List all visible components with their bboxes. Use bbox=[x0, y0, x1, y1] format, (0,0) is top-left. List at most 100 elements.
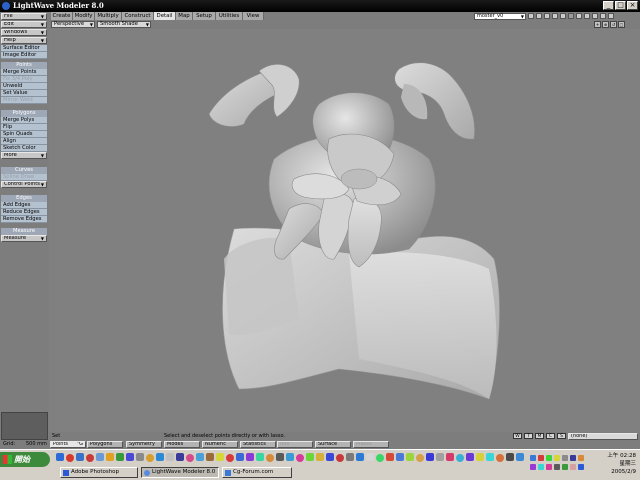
sketch-color-button[interactable]: Sketch Color bbox=[1, 145, 47, 152]
edit-menu[interactable]: Edit ▼ bbox=[1, 21, 47, 28]
tray-icon[interactable] bbox=[530, 464, 536, 470]
app-quicklaunch-icon[interactable] bbox=[346, 453, 354, 461]
spin-quads-button[interactable]: Spin Quads bbox=[1, 131, 47, 138]
tab-create[interactable]: Create bbox=[51, 12, 73, 20]
render-mode-select[interactable]: Smooth Shade ▼ bbox=[97, 21, 151, 28]
app-quicklaunch-icon[interactable] bbox=[186, 454, 194, 462]
app-quicklaunch-icon[interactable] bbox=[226, 454, 234, 462]
app-quicklaunch-icon[interactable] bbox=[86, 454, 94, 462]
start-button[interactable]: 開始 bbox=[0, 452, 50, 467]
fix-poly-button[interactable]: Fix 3/4 Poly bbox=[1, 76, 47, 83]
tray-icon[interactable] bbox=[554, 455, 560, 461]
remove-edges-button[interactable]: Remove Edges bbox=[1, 216, 47, 223]
move-view-icon[interactable]: + bbox=[594, 21, 601, 28]
view-mode-select[interactable]: Perspective ▼ bbox=[51, 21, 95, 28]
app-quicklaunch-icon[interactable] bbox=[406, 453, 414, 461]
layer-bank-square[interactable] bbox=[592, 13, 598, 19]
app-quicklaunch-icon[interactable] bbox=[216, 453, 224, 461]
app-quicklaunch-icon[interactable] bbox=[146, 454, 154, 462]
app-quicklaunch-icon[interactable] bbox=[256, 453, 264, 461]
app-quicklaunch-icon[interactable] bbox=[316, 453, 324, 461]
app-quicklaunch-icon[interactable] bbox=[326, 453, 334, 461]
unweld-button[interactable]: Unweld bbox=[1, 83, 47, 90]
surface-editor-button[interactable]: Surface Editor bbox=[1, 45, 47, 52]
image-editor-button[interactable]: Image Editor bbox=[1, 52, 47, 59]
tray-icon[interactable] bbox=[578, 464, 584, 470]
symmetry-button[interactable]: Symmetry bbox=[126, 441, 162, 448]
app-quicklaunch-icon[interactable] bbox=[246, 453, 254, 461]
app-quicklaunch-icon[interactable] bbox=[176, 453, 184, 461]
numeric-button[interactable]: Numeric bbox=[202, 441, 238, 448]
spline-draw-button[interactable]: Spline Draw bbox=[1, 174, 47, 181]
tray-icon[interactable] bbox=[570, 455, 576, 461]
app-quicklaunch-icon[interactable] bbox=[236, 453, 244, 461]
app-quicklaunch-icon[interactable] bbox=[376, 454, 384, 462]
app-quicklaunch-icon[interactable] bbox=[96, 453, 104, 461]
layer-bank-square[interactable] bbox=[560, 13, 566, 19]
app-quicklaunch-icon[interactable] bbox=[116, 453, 124, 461]
app-quicklaunch-icon[interactable] bbox=[356, 453, 364, 461]
app-quicklaunch-icon[interactable] bbox=[336, 454, 344, 462]
app-quicklaunch-icon[interactable] bbox=[386, 453, 394, 461]
layer-bank-square[interactable] bbox=[552, 13, 558, 19]
tab-utilities[interactable]: Utilities bbox=[216, 12, 243, 20]
app-quicklaunch-icon[interactable] bbox=[496, 454, 504, 462]
app-quicklaunch-icon[interactable] bbox=[126, 453, 134, 461]
taskbar-photoshop[interactable]: Adobe Photoshop bbox=[60, 467, 138, 478]
points-mode-button[interactable]: Points "G bbox=[50, 441, 86, 448]
layer-bank-square[interactable] bbox=[568, 13, 574, 19]
statistics-button[interactable]: Statistics bbox=[240, 441, 276, 448]
layer-bank-square[interactable] bbox=[544, 13, 550, 19]
app-quicklaunch-icon[interactable] bbox=[76, 453, 84, 461]
perspective-viewport[interactable] bbox=[49, 29, 640, 432]
layer-bank-square[interactable] bbox=[600, 13, 606, 19]
app-quicklaunch-icon[interactable] bbox=[296, 454, 304, 462]
control-points-menu[interactable]: Control Points ▼ bbox=[1, 181, 47, 188]
align-button[interactable]: Align bbox=[1, 138, 47, 145]
zoom-view-icon[interactable]: ⊕ bbox=[602, 21, 609, 28]
tray-icon[interactable] bbox=[546, 455, 552, 461]
info-button[interactable]: Info bbox=[277, 441, 313, 448]
tray-icon[interactable] bbox=[578, 455, 584, 461]
maximize-button[interactable]: □ bbox=[615, 1, 626, 10]
app-quicklaunch-icon[interactable] bbox=[196, 453, 204, 461]
layer-bank-square[interactable] bbox=[608, 13, 614, 19]
app-quicklaunch-icon[interactable] bbox=[156, 453, 164, 461]
app-quicklaunch-icon[interactable] bbox=[466, 453, 474, 461]
w-toggle[interactable]: W bbox=[513, 433, 522, 439]
tray-icon[interactable] bbox=[538, 455, 544, 461]
taskbar-lightwave[interactable]: LightWave Modeler 8.0 bbox=[141, 467, 219, 478]
more-polygons-menu[interactable]: More ▼ bbox=[1, 152, 47, 159]
app-quicklaunch-icon[interactable] bbox=[276, 453, 284, 461]
modes-button[interactable]: Modes bbox=[164, 441, 200, 448]
merge-points-button[interactable]: Merge Points bbox=[1, 69, 47, 76]
desktop-quicklaunch-icon[interactable] bbox=[56, 453, 64, 461]
set-value-button[interactable]: Set Value bbox=[1, 90, 47, 97]
tray-icon[interactable] bbox=[530, 455, 536, 461]
tab-construct[interactable]: Construct bbox=[122, 12, 154, 20]
vmap-select[interactable]: (none) bbox=[568, 433, 638, 440]
merge-polys-button[interactable]: Merge Polys bbox=[1, 117, 47, 124]
c-toggle[interactable]: C bbox=[546, 433, 555, 439]
app-quicklaunch-icon[interactable] bbox=[456, 454, 464, 462]
app-quicklaunch-icon[interactable] bbox=[416, 454, 424, 462]
app-quicklaunch-icon[interactable] bbox=[366, 453, 374, 461]
app-quicklaunch-icon[interactable] bbox=[266, 454, 274, 462]
tray-icon[interactable] bbox=[546, 464, 552, 470]
tab-detail[interactable]: Detail bbox=[154, 12, 176, 20]
app-quicklaunch-icon[interactable] bbox=[476, 453, 484, 461]
surface-button[interactable]: Surface bbox=[315, 441, 351, 448]
app-quicklaunch-icon[interactable] bbox=[446, 453, 454, 461]
app-quicklaunch-icon[interactable] bbox=[286, 453, 294, 461]
app-quicklaunch-icon[interactable] bbox=[506, 453, 514, 461]
t-toggle[interactable]: T bbox=[524, 433, 533, 439]
app-quicklaunch-icon[interactable] bbox=[106, 453, 114, 461]
app-quicklaunch-icon[interactable] bbox=[396, 453, 404, 461]
close-button[interactable]: × bbox=[627, 1, 638, 10]
app-quicklaunch-icon[interactable] bbox=[136, 453, 144, 461]
taskbar-cg-forum[interactable]: Cg-Forum.com bbox=[222, 467, 292, 478]
add-edges-button[interactable]: Add Edges bbox=[1, 202, 47, 209]
app-quicklaunch-icon[interactable] bbox=[516, 453, 524, 461]
maximize-view-icon[interactable]: □ bbox=[618, 21, 625, 28]
m-toggle[interactable]: M bbox=[535, 433, 544, 439]
